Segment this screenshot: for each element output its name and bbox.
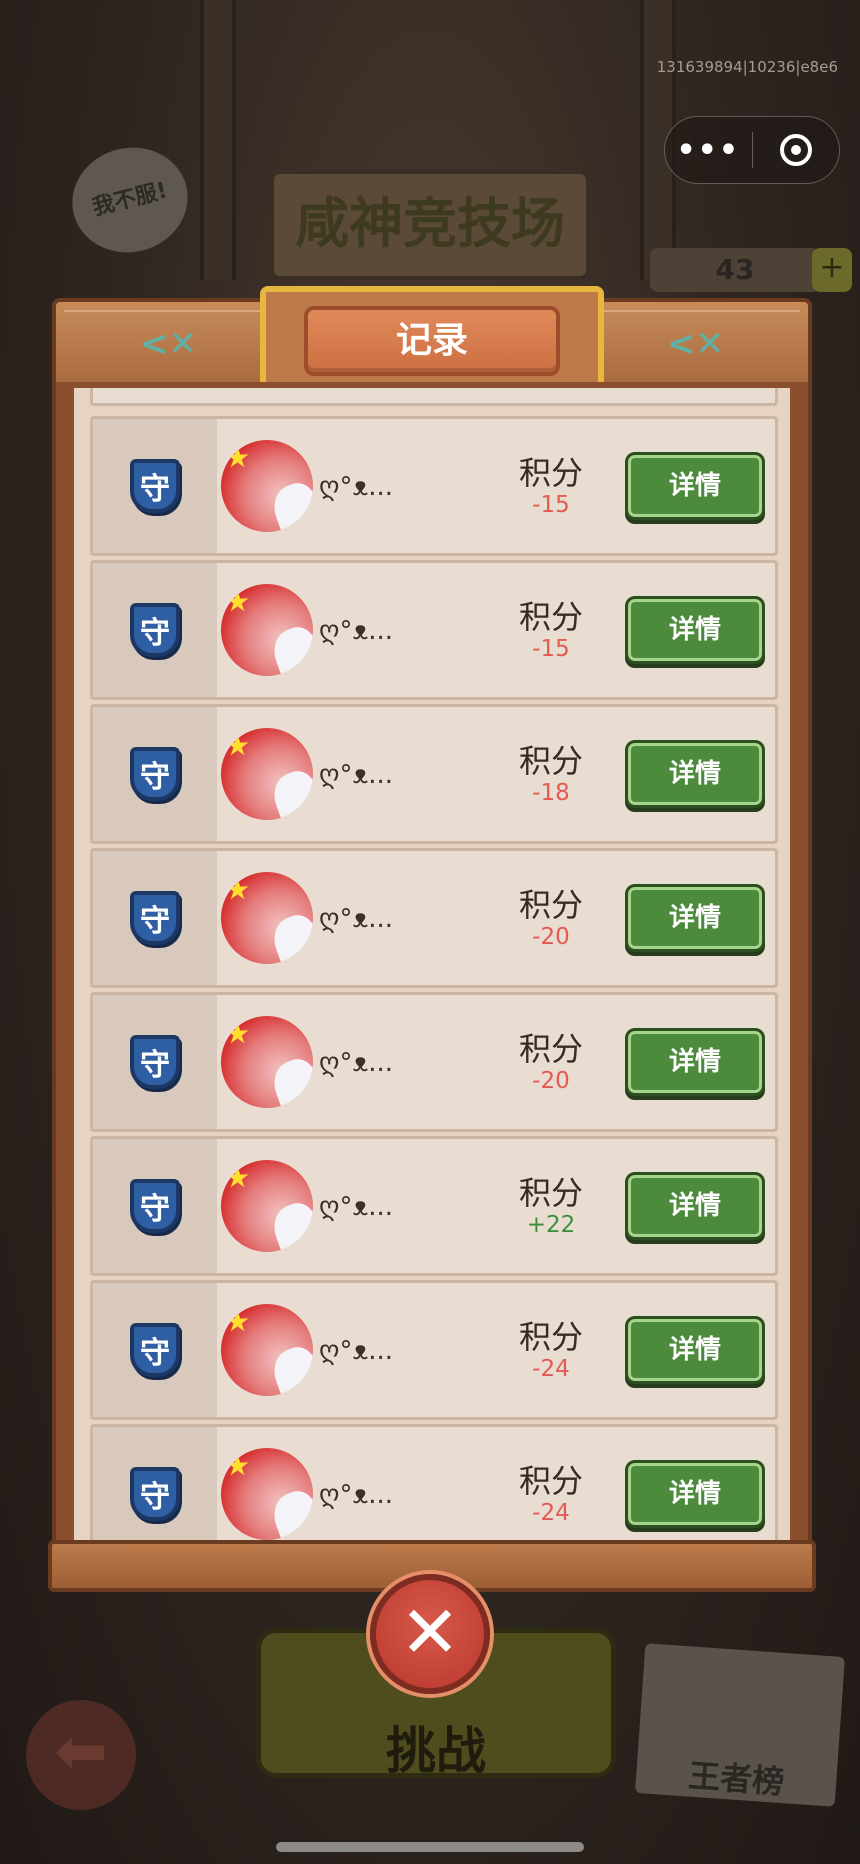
close-x-icon: ✕ xyxy=(399,1590,461,1674)
score-value: -20 xyxy=(532,1068,570,1094)
opponent-avatar xyxy=(221,584,313,676)
records-list: 守 ღ°ᴥ... 积分 -15 详情 守 ღ°ᴥ... 积分 -15 详情 守 … xyxy=(90,388,778,1546)
back-button[interactable]: ⬅ xyxy=(26,1700,136,1810)
opponent-nickname: ღ°ᴥ... xyxy=(319,1191,394,1222)
dialog-body: 守 ღ°ᴥ... 积分 -15 详情 守 ღ°ᴥ... 积分 -15 详情 守 … xyxy=(52,382,812,1546)
score-label: 积分 xyxy=(518,454,583,492)
opponent-nickname: ღ°ᴥ... xyxy=(319,1479,394,1510)
target-circle-icon xyxy=(779,134,812,166)
record-row: 守 ღ°ᴥ... 积分 +22 详情 xyxy=(90,1136,778,1276)
defense-role-icon: 守 xyxy=(130,891,180,945)
opponent-nickname: ღ°ᴥ... xyxy=(319,471,394,502)
opponent-avatar xyxy=(221,1160,313,1252)
score-value: -24 xyxy=(532,1356,570,1382)
add-coins-button[interactable]: + xyxy=(812,248,852,292)
role-cell: 守 xyxy=(93,707,217,841)
score-label: 积分 xyxy=(518,598,583,636)
records-dialog: <✕ <✕ 记录 守 ღ°ᴥ... 积分 -15 详情 守 ღ°ᴥ... 积分 … xyxy=(48,286,816,1592)
score-block: 积分 -20 xyxy=(491,1030,611,1094)
opponent-nickname: ღ°ᴥ... xyxy=(319,903,394,934)
detail-button[interactable]: 详情 xyxy=(625,740,765,808)
opponent-nickname: ღ°ᴥ... xyxy=(319,1335,394,1366)
detail-button[interactable]: 详情 xyxy=(625,1172,765,1240)
detail-button[interactable]: 详情 xyxy=(625,1028,765,1096)
score-value: -18 xyxy=(532,780,570,806)
role-cell: 守 xyxy=(93,851,217,985)
role-cell: 守 xyxy=(93,995,217,1129)
score-label: 积分 xyxy=(518,886,583,924)
role-cell: 守 xyxy=(93,1139,217,1273)
score-block: 积分 +22 xyxy=(491,1174,611,1238)
detail-button[interactable]: 详情 xyxy=(625,884,765,952)
record-row: 守 ღ°ᴥ... 积分 -24 详情 xyxy=(90,1280,778,1420)
defense-role-icon: 守 xyxy=(130,459,180,513)
score-value: -20 xyxy=(532,924,570,950)
defense-role-icon: 守 xyxy=(130,1179,180,1233)
record-row: 守 ღ°ᴥ... 积分 -18 详情 xyxy=(90,704,778,844)
opponent-nickname: ღ°ᴥ... xyxy=(319,615,394,646)
coin-counter: 43 xyxy=(650,248,820,292)
score-block: 积分 -20 xyxy=(491,886,611,950)
record-row: 守 ღ°ᴥ... 积分 -20 详情 xyxy=(90,992,778,1132)
exit-button[interactable] xyxy=(753,117,840,183)
opponent-avatar xyxy=(221,1304,313,1396)
detail-button[interactable]: 详情 xyxy=(625,1460,765,1528)
score-value: -15 xyxy=(532,636,570,662)
opponent-nickname: ღ°ᴥ... xyxy=(319,1047,394,1078)
score-value: +22 xyxy=(526,1212,576,1238)
opponent-avatar xyxy=(221,872,313,964)
role-cell: 守 xyxy=(93,1427,217,1546)
arrow-left-icon: ⬅ xyxy=(54,1715,108,1789)
defense-role-icon: 守 xyxy=(130,1323,180,1377)
defense-role-icon: 守 xyxy=(130,747,180,801)
score-label: 积分 xyxy=(518,1462,583,1500)
opponent-avatar xyxy=(221,1016,313,1108)
more-dots-icon: ••• xyxy=(676,132,741,168)
record-row-partial xyxy=(90,388,778,406)
opponent-avatar xyxy=(221,1448,313,1540)
record-row: 守 ღ°ᴥ... 积分 -24 详情 xyxy=(90,1424,778,1546)
role-cell: 守 xyxy=(93,419,217,553)
score-value: -24 xyxy=(532,1500,570,1526)
opponent-nickname: ღ°ᴥ... xyxy=(319,759,394,790)
home-indicator xyxy=(276,1842,584,1852)
record-row: 守 ღ°ᴥ... 积分 -15 详情 xyxy=(90,416,778,556)
records-scroll-area[interactable]: 守 ღ°ᴥ... 积分 -15 详情 守 ღ°ᴥ... 积分 -15 详情 守 … xyxy=(74,388,790,1546)
record-row: 守 ღ°ᴥ... 积分 -15 详情 xyxy=(90,560,778,700)
defense-role-icon: 守 xyxy=(130,1467,180,1521)
detail-button[interactable]: 详情 xyxy=(625,1316,765,1384)
score-block: 积分 -15 xyxy=(491,598,611,662)
miniprogram-capsule: ••• xyxy=(664,116,840,184)
fish-icon: <✕ xyxy=(140,324,197,364)
arena-title-sign: 咸神竞技场 xyxy=(270,170,590,280)
more-button[interactable]: ••• xyxy=(665,117,752,183)
detail-button[interactable]: 详情 xyxy=(625,452,765,520)
score-block: 积分 -24 xyxy=(491,1318,611,1382)
debug-id-label: 131639894|10236|e8e6 xyxy=(656,58,838,76)
fish-icon: <✕ xyxy=(667,324,724,364)
score-block: 积分 -18 xyxy=(491,742,611,806)
score-label: 积分 xyxy=(518,1030,583,1068)
rank-list-button[interactable]: 王者榜 xyxy=(635,1643,845,1807)
score-label: 积分 xyxy=(518,1174,583,1212)
opponent-avatar xyxy=(221,728,313,820)
score-block: 积分 -15 xyxy=(491,454,611,518)
dialog-title: 记录 xyxy=(304,306,560,376)
background-pole xyxy=(200,0,236,280)
score-label: 积分 xyxy=(518,1318,583,1356)
role-cell: 守 xyxy=(93,1283,217,1417)
defense-role-icon: 守 xyxy=(130,603,180,657)
close-dialog-button[interactable]: ✕ xyxy=(370,1574,490,1694)
score-block: 积分 -24 xyxy=(491,1462,611,1526)
score-label: 积分 xyxy=(518,742,583,780)
role-cell: 守 xyxy=(93,563,217,697)
opponent-avatar xyxy=(221,440,313,532)
defense-role-icon: 守 xyxy=(130,1035,180,1089)
score-value: -15 xyxy=(532,492,570,518)
record-row: 守 ღ°ᴥ... 积分 -20 详情 xyxy=(90,848,778,988)
detail-button[interactable]: 详情 xyxy=(625,596,765,664)
